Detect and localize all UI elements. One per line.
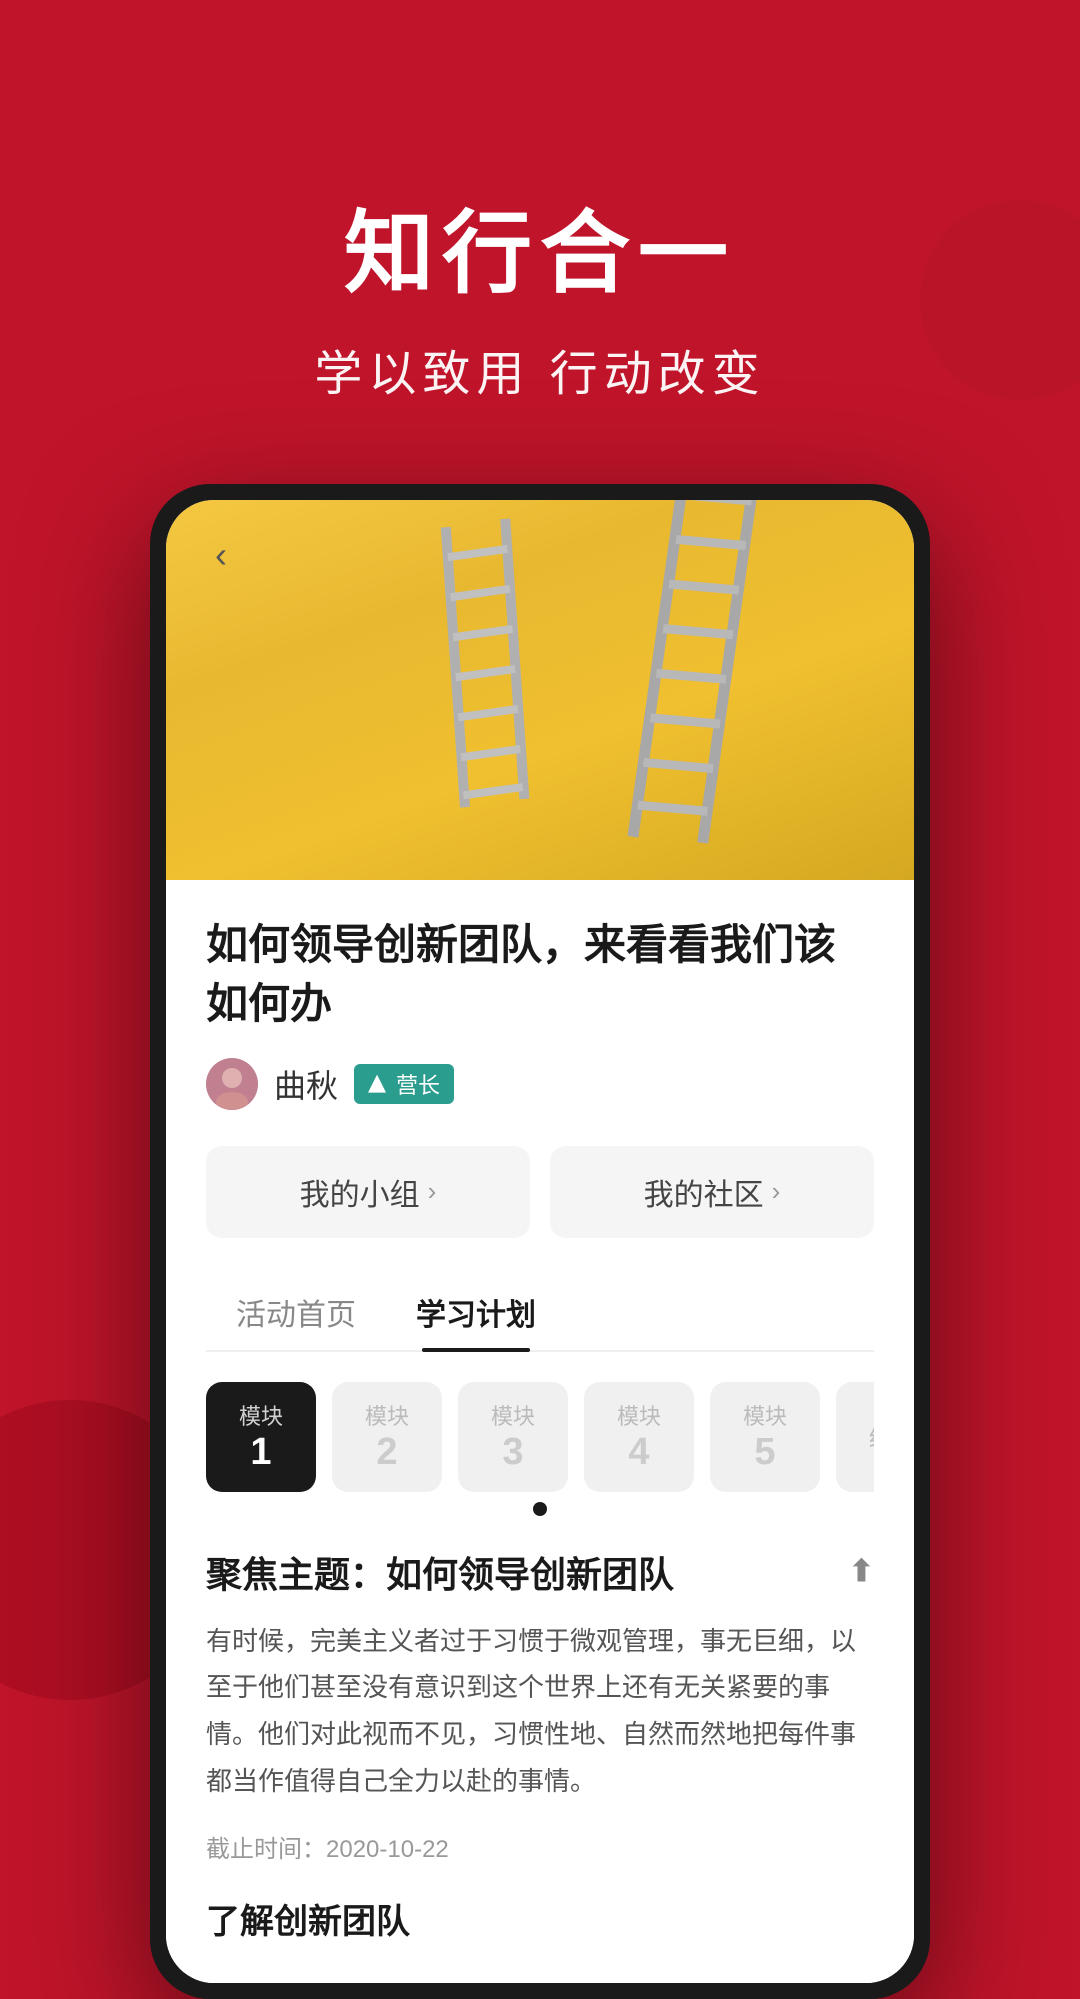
header-section: 知行合一 学以致用 行动改变 <box>0 0 1080 484</box>
phone-mockup: ‹ <box>150 484 930 1999</box>
content-section: 如何领导创新团队，来看看我们该如何办 曲秋 营长 <box>166 880 914 1983</box>
hero-image: ‹ <box>166 500 914 880</box>
back-button[interactable]: ‹ <box>196 530 246 580</box>
my-group-button[interactable]: 我的小组 › <box>206 1146 530 1238</box>
module-tab-2[interactable]: 模块 2 <box>332 1382 442 1492</box>
module-tab-end[interactable]: 结营 <box>836 1382 874 1492</box>
section-title-text: 聚焦主题：如何领导创新团队 <box>206 1546 674 1598</box>
header-title: 知行合一 <box>40 180 1040 310</box>
article-title: 如何领导创新团队，来看看我们该如何办 <box>206 916 874 1034</box>
badge-triangle-icon <box>368 1075 386 1093</box>
tab-activity-home[interactable]: 活动首页 <box>206 1274 386 1350</box>
badge-label: 营长 <box>396 1068 440 1100</box>
chevron-right-icon: › <box>428 1176 437 1207</box>
my-community-label: 我的社区 <box>644 1170 764 1214</box>
dot-indicator <box>206 1502 874 1516</box>
module-tab-1[interactable]: 模块 1 <box>206 1382 316 1492</box>
module-tab-3[interactable]: 模块 3 <box>458 1382 568 1492</box>
tabs-row: 活动首页 学习计划 <box>206 1274 874 1352</box>
my-group-label: 我的小组 <box>300 1170 420 1214</box>
author-row: 曲秋 营长 <box>206 1058 874 1110</box>
module-tab-4[interactable]: 模块 4 <box>584 1382 694 1492</box>
nav-buttons: 我的小组 › 我的社区 › <box>206 1146 874 1238</box>
avatar <box>206 1058 258 1110</box>
article-body: 有时候，完美主义者过于习惯于微观管理，事无巨细，以至于他们甚至没有意识到这个世界… <box>206 1618 874 1805</box>
share-icon[interactable]: ⬆ <box>849 1554 874 1589</box>
header-subtitle: 学以致用 行动改变 <box>40 334 1040 404</box>
my-community-button[interactable]: 我的社区 › <box>550 1146 874 1238</box>
author-name: 曲秋 <box>274 1061 338 1107</box>
article-date: 截止时间：2020-10-22 <box>206 1829 874 1864</box>
module-tab-5[interactable]: 模块 5 <box>710 1382 820 1492</box>
phone-screen: ‹ <box>166 500 914 1983</box>
sub-section-title: 了解创新团队 <box>206 1894 874 1943</box>
article-section-title: 聚焦主题：如何领导创新团队 ⬆ <box>206 1546 874 1598</box>
chevron-right-icon: › <box>772 1176 781 1207</box>
author-badge: 营长 <box>354 1064 454 1104</box>
module-tabs: 模块 1 模块 2 模块 3 模块 4 模块 5 <box>206 1382 874 1492</box>
hero-svg <box>166 500 914 880</box>
active-dot <box>533 1502 547 1516</box>
tab-study-plan[interactable]: 学习计划 <box>386 1274 566 1350</box>
